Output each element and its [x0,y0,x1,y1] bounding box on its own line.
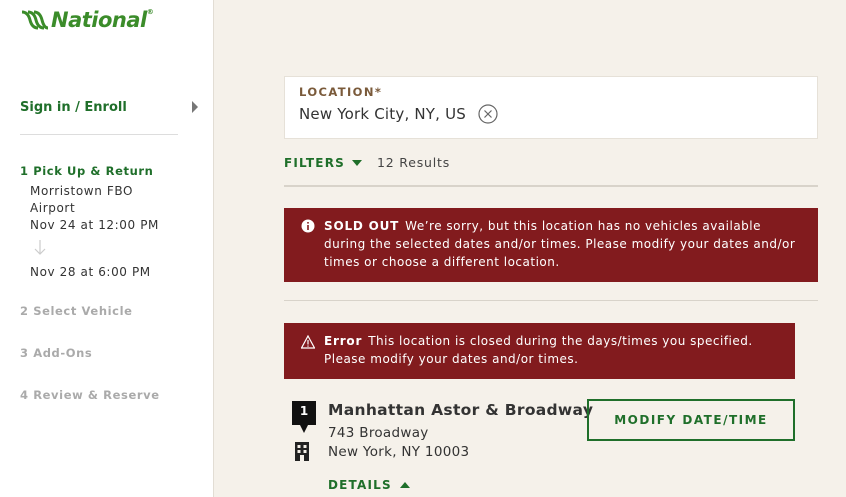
brand-name: National® [51,8,154,32]
step-review-reserve: 4 Review & Reserve [20,388,160,402]
results-count: 12 Results [377,155,451,170]
sold-out-alert: SOLD OUT We’re sorry, but this location h… [284,208,818,282]
result-number: 1 [299,404,309,418]
location-label: LOCATION* [299,85,383,99]
error-title: Error [324,334,363,348]
main-content: LOCATION* New York City, NY, US FILTERS … [214,0,846,497]
info-icon [301,219,315,233]
location-address-line1: 743 Broadway [328,425,429,441]
details-toggle[interactable]: DETAILS [328,478,410,492]
return-datetime: Nov 28 at 6:00 PM [30,265,151,279]
location-address-line2: New York, NY 10003 [328,444,470,460]
pickup-location-line1: Morristown FBO [30,184,133,198]
error-alert: Error This location is closed during the … [284,323,795,379]
caret-up-icon [399,482,410,488]
step-select-vehicle: 2 Select Vehicle [20,304,133,318]
sold-out-title: SOLD OUT [324,219,400,233]
clear-location-icon[interactable] [478,104,498,124]
sign-in-enroll-link[interactable]: Sign in / Enroll [20,96,198,118]
divider [284,300,818,301]
building-icon [295,442,309,461]
step-add-ons: 3 Add-Ons [20,346,93,360]
sign-in-label: Sign in / Enroll [20,99,127,115]
location-name[interactable]: Manhattan Astor & Broadway [328,401,593,419]
error-message: This location is closed during the days/… [324,334,753,366]
pickup-datetime: Nov 24 at 12:00 PM [30,218,159,232]
chevron-right-icon [192,101,198,113]
caret-down-icon[interactable] [352,159,362,166]
divider [284,185,818,187]
modify-date-time-button[interactable]: MODIFY DATE/TIME [587,399,795,441]
arrow-down-icon [34,240,46,255]
sidebar: National® Sign in / Enroll 1 Pick Up & R… [0,0,214,497]
filters-bar: FILTERS 12 Results [284,155,450,170]
national-logo-mark-icon [21,10,48,30]
step-pick-up-return[interactable]: 1 Pick Up & Return [20,164,153,178]
divider [20,134,178,135]
pickup-location-line2: Airport [30,201,76,215]
warning-icon [301,335,315,349]
details-label: DETAILS [328,478,392,492]
filters-toggle[interactable]: FILTERS [284,156,345,170]
location-value[interactable]: New York City, NY, US [299,105,466,123]
location-search-field[interactable]: LOCATION* New York City, NY, US [284,76,818,139]
brand-logo[interactable]: National® [20,6,154,34]
